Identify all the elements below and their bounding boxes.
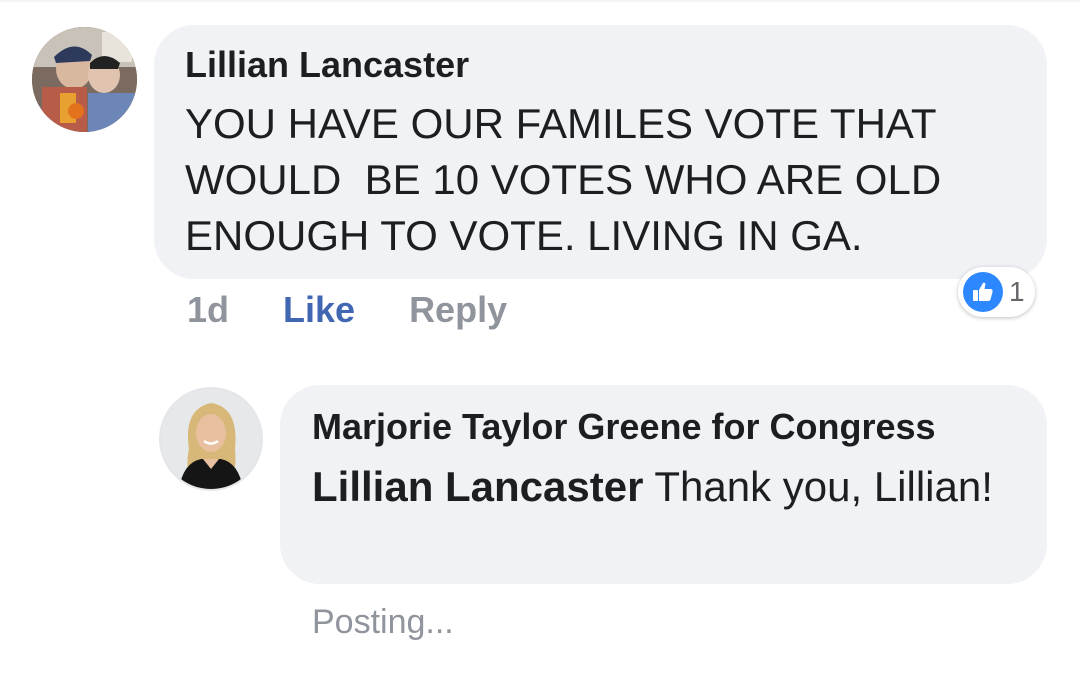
reply-button[interactable]: Reply bbox=[409, 289, 507, 331]
avatar-lillian-lancaster[interactable] bbox=[32, 27, 137, 132]
avatar-marjorie-taylor-greene[interactable] bbox=[159, 387, 263, 491]
comment-timestamp[interactable]: 1d bbox=[187, 289, 229, 331]
avatar-photo bbox=[32, 27, 137, 132]
reply-message: Thank you, Lillian! bbox=[643, 463, 993, 510]
reply-author[interactable]: Marjorie Taylor Greene for Congress bbox=[312, 406, 936, 448]
thumbs-up-icon bbox=[963, 272, 1003, 312]
mention-link[interactable]: Lillian Lancaster bbox=[312, 463, 643, 510]
top-divider bbox=[0, 0, 1080, 2]
reaction-count: 1 bbox=[1009, 276, 1025, 307]
like-button[interactable]: Like bbox=[283, 289, 355, 331]
avatar-photo bbox=[161, 389, 261, 489]
reply-text: Lillian Lancaster Thank you, Lillian! bbox=[312, 458, 1032, 515]
posting-status: Posting... bbox=[312, 603, 454, 641]
comment-text: YOU HAVE OUR FAMILES VOTE THAT WOULD BE … bbox=[185, 100, 942, 259]
reaction-summary[interactable]: 1 bbox=[958, 267, 1035, 317]
comment-actions: 1d Like Reply bbox=[187, 286, 507, 334]
comment-author[interactable]: Lillian Lancaster bbox=[185, 44, 469, 86]
